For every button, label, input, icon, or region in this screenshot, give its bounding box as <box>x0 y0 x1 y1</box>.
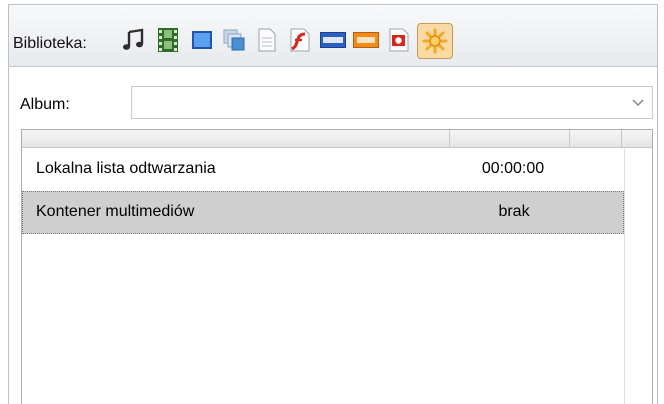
flash-icon[interactable] <box>287 27 313 53</box>
column-header-spacer <box>622 130 652 147</box>
gallery-icon[interactable] <box>221 27 247 53</box>
library-grid: Lokalna lista odtwarzania 00:00:00 Konte… <box>21 129 653 404</box>
library-panel: Biblioteka: Album: Lokalna lista odtwarz… <box>8 4 658 404</box>
html-icon[interactable] <box>320 27 346 53</box>
library-label: Biblioteka: <box>13 35 87 52</box>
library-toolbar: Biblioteka: <box>9 5 657 67</box>
chevron-down-icon[interactable] <box>624 87 652 118</box>
video-icon[interactable] <box>155 27 181 53</box>
grid-right-gutter <box>624 148 652 404</box>
image-icon[interactable] <box>189 27 215 53</box>
row-value: brak <box>498 203 530 220</box>
grid-header <box>22 130 652 148</box>
album-label: Album: <box>20 96 70 113</box>
table-row[interactable]: Lokalna lista odtwarzania 00:00:00 <box>22 148 624 191</box>
table-row-selected[interactable]: Kontener multimediów brak <box>22 191 624 234</box>
row-name: Kontener multimediów <box>36 203 195 220</box>
row-value: 00:00:00 <box>481 160 545 177</box>
album-select[interactable] <box>131 86 653 119</box>
column-header-name[interactable] <box>22 130 450 147</box>
audio-icon[interactable] <box>121 27 147 53</box>
row-name: Lokalna lista odtwarzania <box>36 160 216 177</box>
album-row: Album: <box>9 68 657 126</box>
column-header-extra[interactable] <box>570 130 622 147</box>
rss-icon[interactable] <box>353 27 379 53</box>
presentation-icon[interactable] <box>386 27 412 53</box>
column-header-duration[interactable] <box>450 130 570 147</box>
multimedia-container-icon[interactable] <box>417 23 453 59</box>
document-icon[interactable] <box>254 27 280 53</box>
